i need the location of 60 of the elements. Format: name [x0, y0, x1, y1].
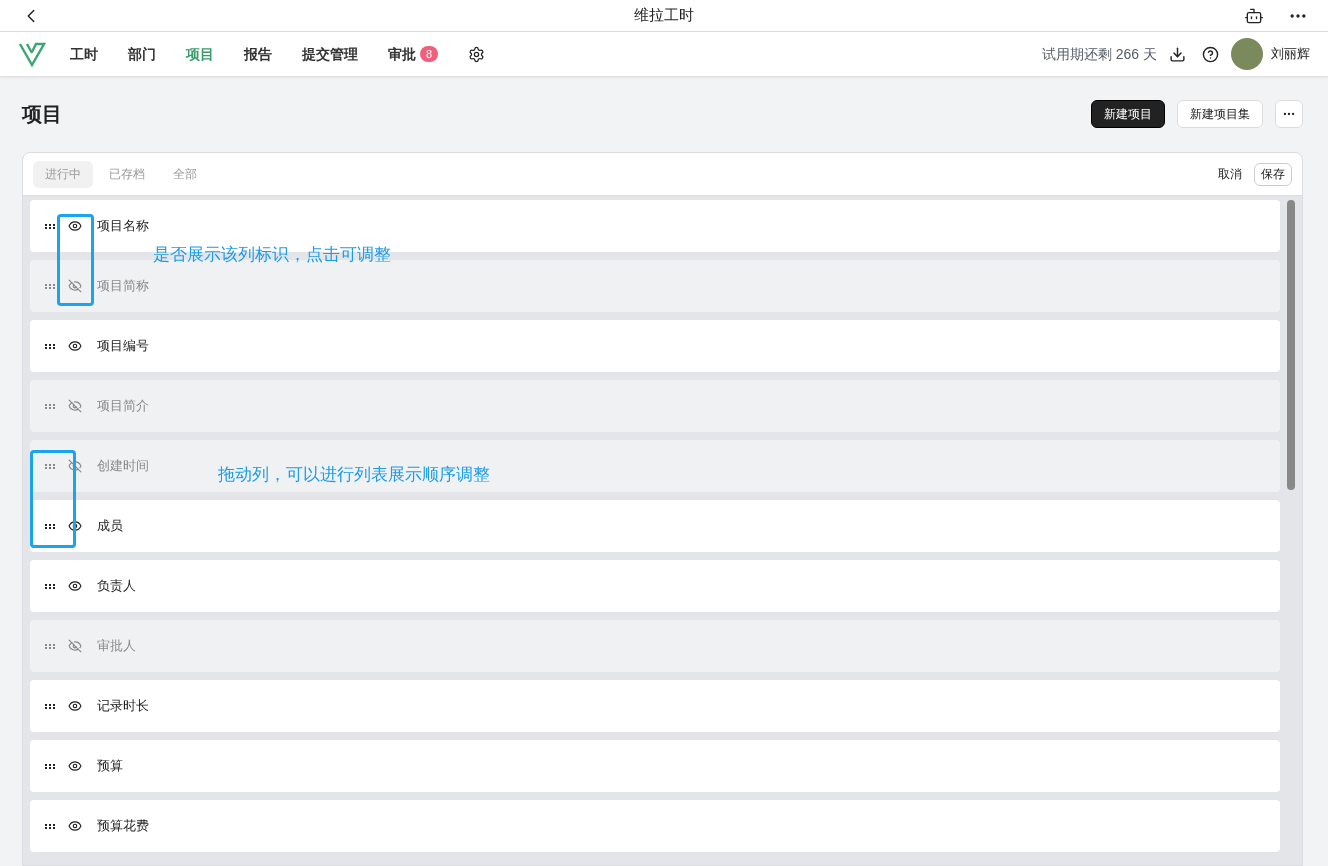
create-button[interactable]: 新建项目集 [1177, 100, 1263, 128]
logo-icon[interactable] [18, 41, 46, 67]
trial-notice: 试用期还剩 266 天 [1041, 44, 1157, 64]
column-label: 项目编号 [97, 337, 149, 356]
scrollbar-thumb[interactable] [1287, 200, 1295, 490]
drag-handle-icon[interactable] [45, 463, 56, 469]
column-label: 负责人 [97, 577, 136, 596]
drag-handle-icon[interactable] [45, 703, 56, 709]
drag-handle-icon[interactable] [45, 283, 56, 289]
annotation-text: 拖动列，可以进行列表展示顺序调整 [218, 464, 490, 486]
settings-icon[interactable] [468, 45, 486, 63]
window-title: 维拉工时 [634, 5, 694, 26]
eye-icon[interactable] [68, 699, 82, 713]
column-row[interactable]: 预算花费 [30, 800, 1280, 852]
column-label: 成员 [97, 517, 123, 536]
page-title: 项目 [22, 102, 62, 127]
nav-tab[interactable]: 部门 [128, 43, 156, 65]
nav-tab[interactable]: 审批 8 [388, 43, 439, 65]
drag-handle-icon[interactable] [45, 823, 56, 829]
column-label: 创建时间 [97, 457, 149, 476]
eye-slash-icon[interactable] [68, 459, 82, 473]
save-button[interactable]: 保存 [1254, 162, 1292, 186]
column-row[interactable]: 成员 [30, 500, 1280, 552]
column-row[interactable]: 负责人 [30, 560, 1280, 612]
eye-icon[interactable] [68, 519, 82, 533]
column-label: 项目名称 [97, 217, 149, 236]
eye-slash-icon[interactable] [68, 639, 82, 653]
drag-handle-icon[interactable] [45, 223, 56, 229]
column-row[interactable]: 预算 [30, 740, 1280, 792]
column-row[interactable]: 记录时长 [30, 680, 1280, 732]
eye-slash-icon[interactable] [68, 399, 82, 413]
drag-handle-icon[interactable] [45, 643, 56, 649]
drag-handle-icon[interactable] [45, 403, 56, 409]
column-label: 记录时长 [97, 697, 149, 716]
drag-handle-icon[interactable] [45, 763, 56, 769]
eye-icon[interactable] [68, 819, 82, 833]
nav-tab[interactable]: 报告 [244, 43, 272, 65]
drag-handle-icon[interactable] [45, 583, 56, 589]
column-label: 预算 [97, 757, 123, 776]
avatar[interactable] [1231, 38, 1263, 70]
drag-handle-icon[interactable] [45, 343, 56, 349]
column-label: 预算花费 [97, 817, 149, 836]
nav-tab[interactable]: 提交管理 [302, 43, 358, 65]
eye-icon[interactable] [68, 579, 82, 593]
nav-tab[interactable]: 工时 [70, 43, 98, 65]
count-badge: 8 [420, 46, 439, 62]
column-label: 审批人 [97, 637, 136, 656]
column-label: 项目简介 [97, 397, 149, 416]
column-label: 项目简称 [97, 277, 149, 296]
column-row[interactable]: 项目编号 [30, 320, 1280, 372]
help-icon[interactable] [1202, 45, 1219, 63]
drag-handle-icon[interactable] [45, 523, 56, 529]
eye-slash-icon[interactable] [68, 279, 82, 293]
user-name[interactable]: 刘丽辉 [1271, 44, 1310, 64]
eye-icon[interactable] [68, 339, 82, 353]
cancel-button[interactable]: 取消 [1218, 165, 1242, 183]
eye-icon[interactable] [68, 759, 82, 773]
create-button[interactable]: 新建项目 [1091, 100, 1165, 128]
download-icon[interactable] [1169, 45, 1186, 63]
eye-icon[interactable] [68, 219, 82, 233]
